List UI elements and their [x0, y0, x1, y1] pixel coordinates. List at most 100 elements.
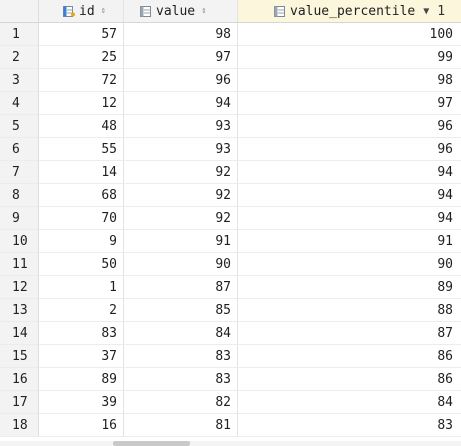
- cell-value-percentile[interactable]: 96: [238, 115, 461, 138]
- cell-value-percentile[interactable]: 94: [238, 207, 461, 230]
- cell-id[interactable]: 25: [39, 46, 124, 69]
- horizontal-scrollbar[interactable]: [0, 441, 461, 446]
- row-number[interactable]: 6: [0, 138, 39, 161]
- cell-value-percentile[interactable]: 91: [238, 230, 461, 253]
- cell-value-percentile[interactable]: 86: [238, 345, 461, 368]
- row-number[interactable]: 15: [0, 345, 39, 368]
- cell-value-percentile[interactable]: 98: [238, 69, 461, 92]
- cell-id[interactable]: 1: [39, 276, 124, 299]
- row-number[interactable]: 3: [0, 69, 39, 92]
- cell-value-percentile[interactable]: 96: [238, 138, 461, 161]
- row-number[interactable]: 5: [0, 115, 39, 138]
- cell-value-percentile[interactable]: 87: [238, 322, 461, 345]
- row-number[interactable]: 12: [0, 276, 39, 299]
- cell-id[interactable]: 9: [39, 230, 124, 253]
- cell-id[interactable]: 2: [39, 299, 124, 322]
- row-number[interactable]: 4: [0, 92, 39, 115]
- sort-desc-icon[interactable]: ▼: [423, 0, 429, 22]
- row-number[interactable]: 2: [0, 46, 39, 69]
- column-label-value: value: [156, 4, 196, 19]
- cell-value-percentile[interactable]: 100: [238, 23, 461, 46]
- row-number[interactable]: 16: [0, 368, 39, 391]
- cell-value[interactable]: 93: [124, 138, 238, 161]
- cell-value[interactable]: 84: [124, 322, 238, 345]
- table-row[interactable]: 9 70 92 94: [0, 207, 461, 230]
- cell-id[interactable]: 50: [39, 253, 124, 276]
- cell-id[interactable]: 12: [39, 92, 124, 115]
- column-label-value-percentile: value_percentile: [290, 4, 416, 19]
- cell-value[interactable]: 92: [124, 184, 238, 207]
- cell-id[interactable]: 55: [39, 138, 124, 161]
- cell-value[interactable]: 94: [124, 92, 238, 115]
- cell-value[interactable]: 93: [124, 115, 238, 138]
- row-number[interactable]: 10: [0, 230, 39, 253]
- cell-id[interactable]: 83: [39, 322, 124, 345]
- cell-value[interactable]: 85: [124, 299, 238, 322]
- cell-value[interactable]: 92: [124, 207, 238, 230]
- cell-value[interactable]: 97: [124, 46, 238, 69]
- cell-id[interactable]: 14: [39, 161, 124, 184]
- cell-value[interactable]: 81: [124, 414, 238, 437]
- cell-value[interactable]: 90: [124, 253, 238, 276]
- cell-value[interactable]: 83: [124, 345, 238, 368]
- table-row[interactable]: 3 72 96 98: [0, 69, 461, 92]
- row-number[interactable]: 17: [0, 391, 39, 414]
- cell-value-percentile[interactable]: 90: [238, 253, 461, 276]
- row-number[interactable]: 9: [0, 207, 39, 230]
- row-number[interactable]: 1: [0, 23, 39, 46]
- cell-value[interactable]: 92: [124, 161, 238, 184]
- cell-value[interactable]: 91: [124, 230, 238, 253]
- row-number[interactable]: 7: [0, 161, 39, 184]
- table-row[interactable]: 8 68 92 94: [0, 184, 461, 207]
- cell-value[interactable]: 87: [124, 276, 238, 299]
- cell-value-percentile[interactable]: 94: [238, 161, 461, 184]
- cell-id[interactable]: 37: [39, 345, 124, 368]
- cell-value-percentile[interactable]: 84: [238, 391, 461, 414]
- table-row[interactable]: 1 57 98 100: [0, 23, 461, 46]
- cell-value[interactable]: 83: [124, 368, 238, 391]
- sort-neutral-icon[interactable]: ⇕: [201, 0, 206, 22]
- table-row[interactable]: 17 39 82 84: [0, 391, 461, 414]
- cell-id[interactable]: 68: [39, 184, 124, 207]
- table-row[interactable]: 11 50 90 90: [0, 253, 461, 276]
- row-number[interactable]: 11: [0, 253, 39, 276]
- cell-value[interactable]: 96: [124, 69, 238, 92]
- cell-value-percentile[interactable]: 94: [238, 184, 461, 207]
- table-row[interactable]: 10 9 91 91: [0, 230, 461, 253]
- table-row[interactable]: 4 12 94 97: [0, 92, 461, 115]
- cell-value[interactable]: 82: [124, 391, 238, 414]
- row-number[interactable]: 14: [0, 322, 39, 345]
- table-row[interactable]: 14 83 84 87: [0, 322, 461, 345]
- row-number[interactable]: 18: [0, 414, 39, 437]
- table-row[interactable]: 18 16 81 83: [0, 414, 461, 437]
- cell-id[interactable]: 16: [39, 414, 124, 437]
- cell-id[interactable]: 57: [39, 23, 124, 46]
- row-number[interactable]: 13: [0, 299, 39, 322]
- table-row[interactable]: 15 37 83 86: [0, 345, 461, 368]
- cell-id[interactable]: 48: [39, 115, 124, 138]
- cell-value-percentile[interactable]: 89: [238, 276, 461, 299]
- sort-neutral-icon[interactable]: ⇕: [101, 0, 106, 22]
- table-row[interactable]: 2 25 97 99: [0, 46, 461, 69]
- cell-value[interactable]: 98: [124, 23, 238, 46]
- cell-id[interactable]: 89: [39, 368, 124, 391]
- row-number[interactable]: 8: [0, 184, 39, 207]
- cell-value-percentile[interactable]: 99: [238, 46, 461, 69]
- table-row[interactable]: 16 89 83 86: [0, 368, 461, 391]
- cell-id[interactable]: 72: [39, 69, 124, 92]
- cell-id[interactable]: 70: [39, 207, 124, 230]
- cell-value-percentile[interactable]: 83: [238, 414, 461, 437]
- table-row[interactable]: 13 2 85 88: [0, 299, 461, 322]
- table-row[interactable]: 6 55 93 96: [0, 138, 461, 161]
- cell-value-percentile[interactable]: 97: [238, 92, 461, 115]
- table-row[interactable]: 7 14 92 94: [0, 161, 461, 184]
- column-header-value[interactable]: value ⇕: [124, 0, 238, 23]
- cell-id[interactable]: 39: [39, 391, 124, 414]
- scrollbar-thumb[interactable]: [113, 441, 190, 446]
- cell-value-percentile[interactable]: 86: [238, 368, 461, 391]
- cell-value-percentile[interactable]: 88: [238, 299, 461, 322]
- column-header-value-percentile[interactable]: value_percentile ▼ 1: [238, 0, 461, 23]
- table-row[interactable]: 12 1 87 89: [0, 276, 461, 299]
- column-header-id[interactable]: id ⇕: [39, 0, 124, 23]
- table-row[interactable]: 5 48 93 96: [0, 115, 461, 138]
